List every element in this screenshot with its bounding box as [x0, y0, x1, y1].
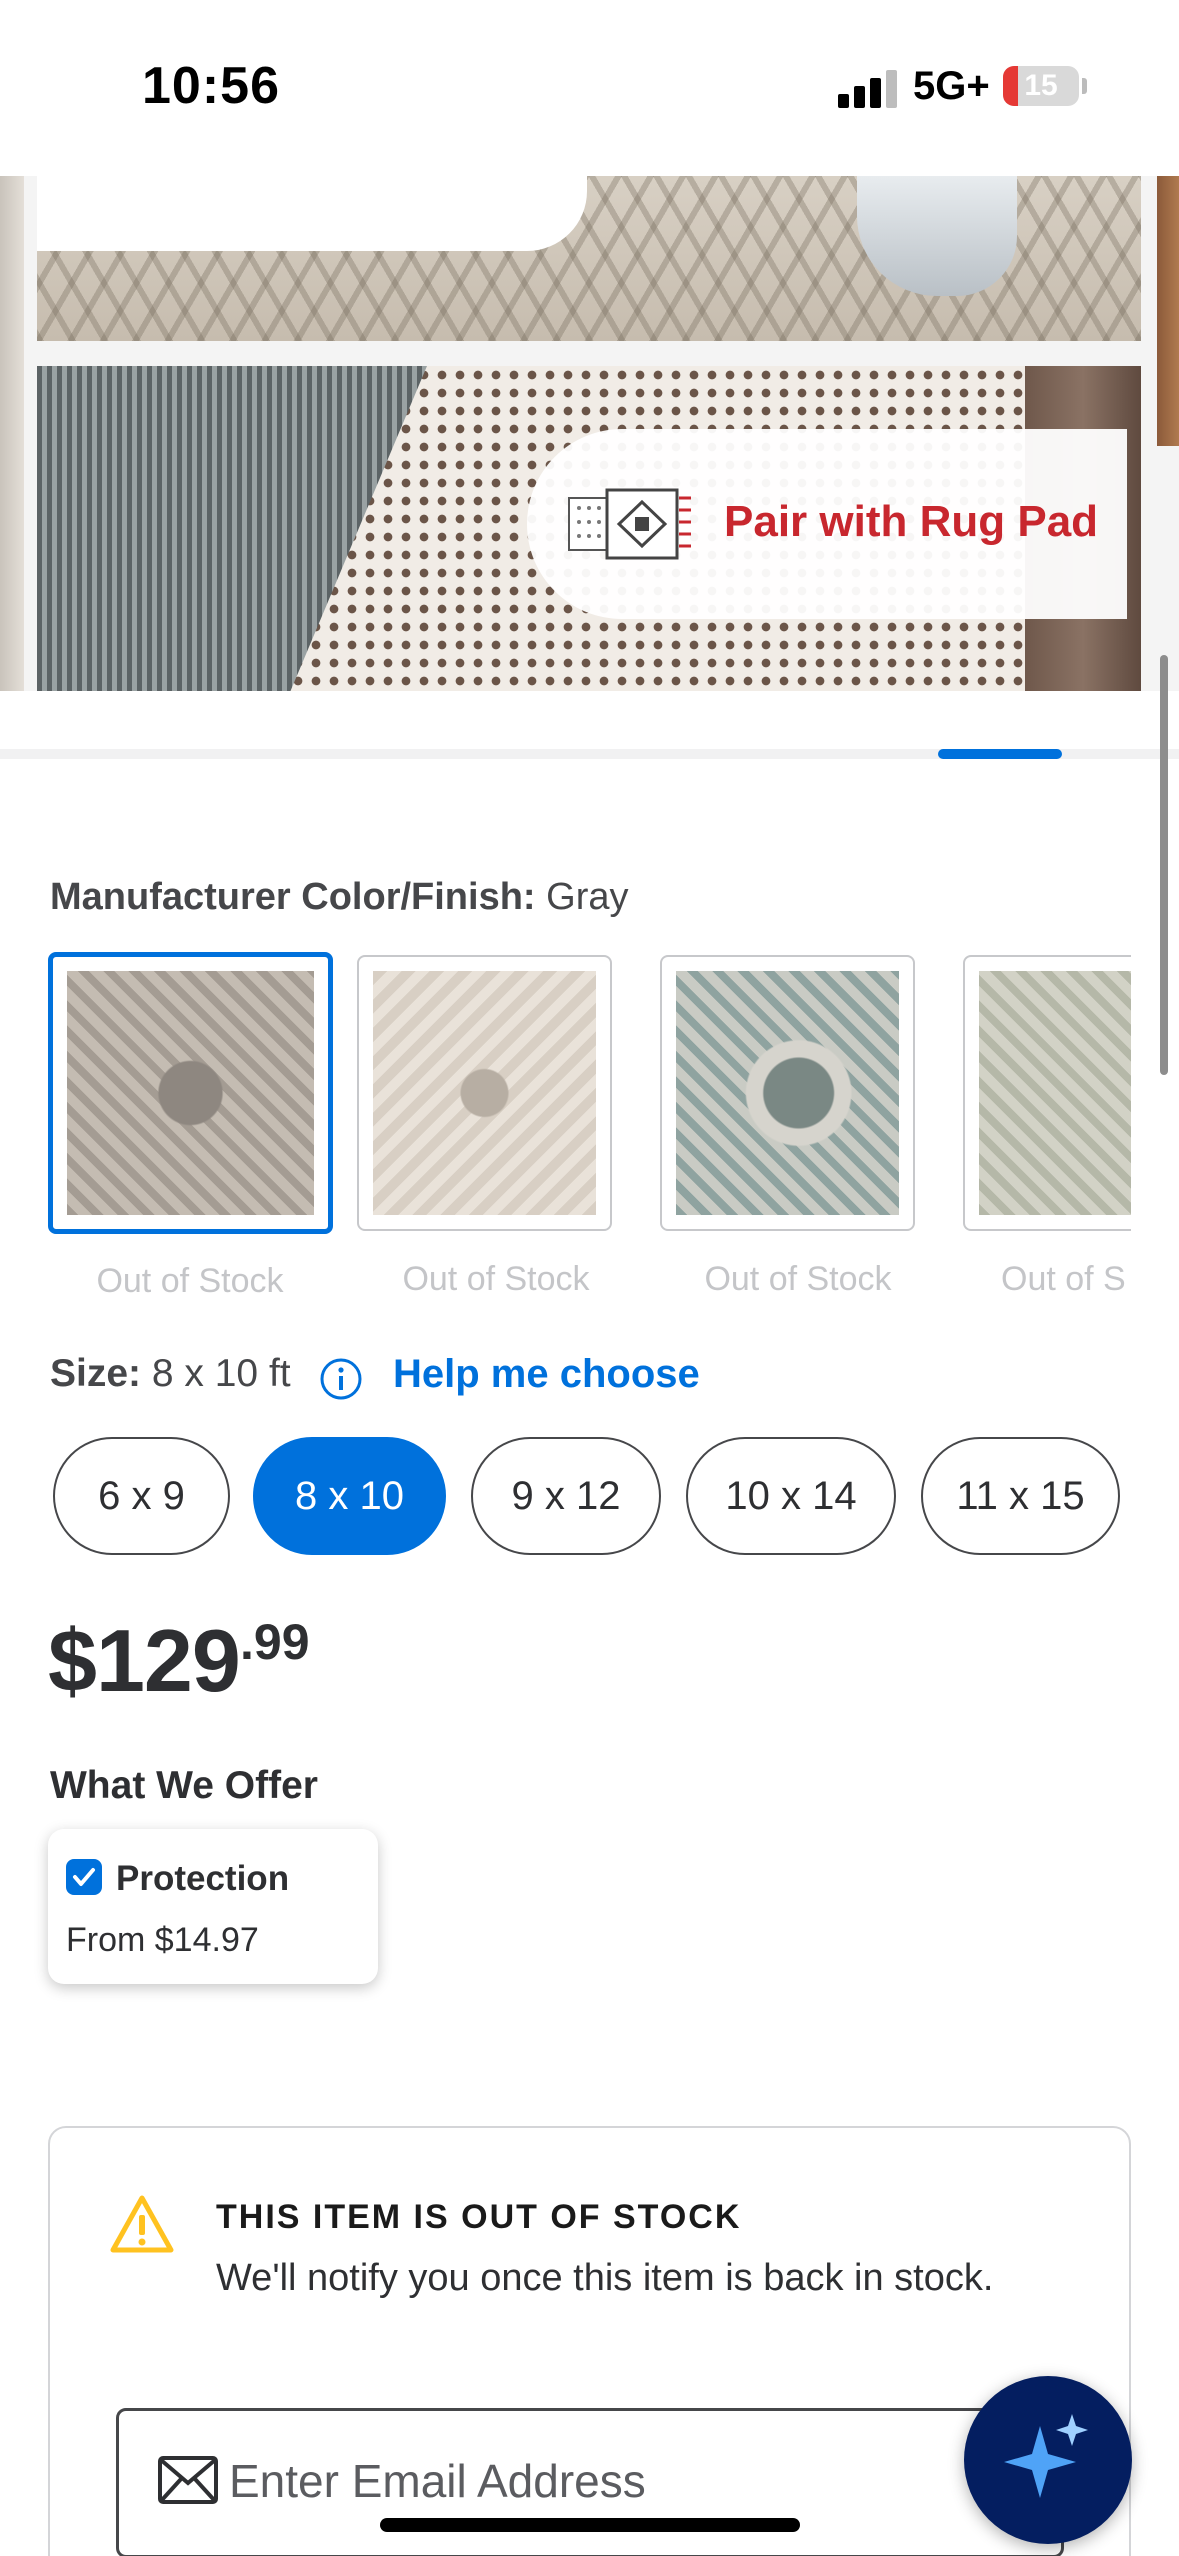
- swatch-status: Out of Stock: [704, 1260, 892, 1298]
- page-scrollbar[interactable]: [1160, 655, 1168, 1075]
- size-option-8x10[interactable]: 8 x 10: [253, 1437, 446, 1555]
- carousel-progress-indicator: [938, 749, 1062, 759]
- product-image-carousel[interactable]: Pair with Rug Pad: [0, 176, 1179, 691]
- size-option-6x9[interactable]: 6 x 9: [53, 1437, 230, 1555]
- color-swatch-ivory[interactable]: [357, 955, 612, 1231]
- color-swatch-teal[interactable]: [660, 955, 915, 1231]
- rug-pad-promo-label: Pair with Rug Pad: [724, 497, 1099, 546]
- previous-image-peek: [0, 176, 24, 691]
- warning-icon: [110, 2195, 174, 2253]
- size-option-10x14[interactable]: 10 x 14: [686, 1437, 896, 1555]
- status-time: 10:56: [142, 57, 280, 115]
- rug-pad-promo[interactable]: Pair with Rug Pad: [527, 429, 1127, 619]
- battery-icon: 15: [1003, 66, 1079, 106]
- size-value: 8 x 10 ft: [151, 1352, 291, 1395]
- swatch-image: [676, 971, 899, 1215]
- price-cents: .99: [240, 1614, 310, 1670]
- size-option-9x12[interactable]: 9 x 12: [471, 1437, 661, 1555]
- color-finish-label: Manufacturer Color/Finish: Gray: [50, 876, 629, 919]
- swatch-image: [67, 971, 314, 1215]
- email-field[interactable]: [116, 2408, 1064, 2556]
- home-indicator: [380, 2518, 800, 2532]
- battery-level: 15: [1024, 69, 1058, 102]
- size-label: Size: 8 x 10 ft: [50, 1352, 291, 1396]
- info-icon[interactable]: [319, 1357, 363, 1401]
- checkbox-checked-icon[interactable]: [66, 1859, 102, 1895]
- help-me-choose-link[interactable]: Help me choose: [393, 1352, 700, 1397]
- size-option-11x15[interactable]: 11 x 15: [921, 1437, 1120, 1555]
- what-we-offer-heading: What We Offer: [50, 1764, 318, 1807]
- out-of-stock-title: THIS ITEM IS OUT OF STOCK: [216, 2198, 742, 2236]
- offer-price: From $14.97: [66, 1921, 259, 1959]
- color-swatch-sage[interactable]: [963, 955, 1131, 1231]
- rug-close-up-image: [37, 176, 1141, 341]
- cellular-signal-icon: [838, 70, 898, 108]
- mail-icon: [158, 2456, 218, 2504]
- color-finish-value: Gray: [546, 876, 629, 918]
- swatch-status: Out of Stock: [402, 1260, 590, 1298]
- out-of-stock-panel: THIS ITEM IS OUT OF STOCK We'll notify y…: [48, 2126, 1131, 2556]
- swatch-status: Out of S: [1001, 1260, 1126, 1298]
- status-bar: 10:56 5G+ 15: [0, 0, 1179, 176]
- protection-offer-card[interactable]: Protection From $14.97: [48, 1829, 378, 1984]
- size-heading: Size:: [50, 1352, 142, 1395]
- color-swatch-gray[interactable]: [48, 952, 333, 1234]
- swatch-status: Out of Stock: [96, 1262, 284, 1300]
- price-dollars: $129: [48, 1611, 241, 1710]
- notify-message: We'll notify you once this item is back …: [216, 2257, 994, 2299]
- offer-name: Protection: [116, 1859, 290, 1898]
- sparkle-icon: [1004, 2414, 1088, 2498]
- color-finish-heading: Manufacturer Color/Finish:: [50, 876, 536, 918]
- swatch-image: [373, 971, 596, 1215]
- next-image-peek: [1157, 176, 1179, 446]
- network-type: 5G+: [913, 64, 990, 108]
- ai-assistant-button[interactable]: [964, 2376, 1132, 2544]
- rug-pad-icon: [568, 488, 691, 560]
- swatch-image: [979, 971, 1131, 1215]
